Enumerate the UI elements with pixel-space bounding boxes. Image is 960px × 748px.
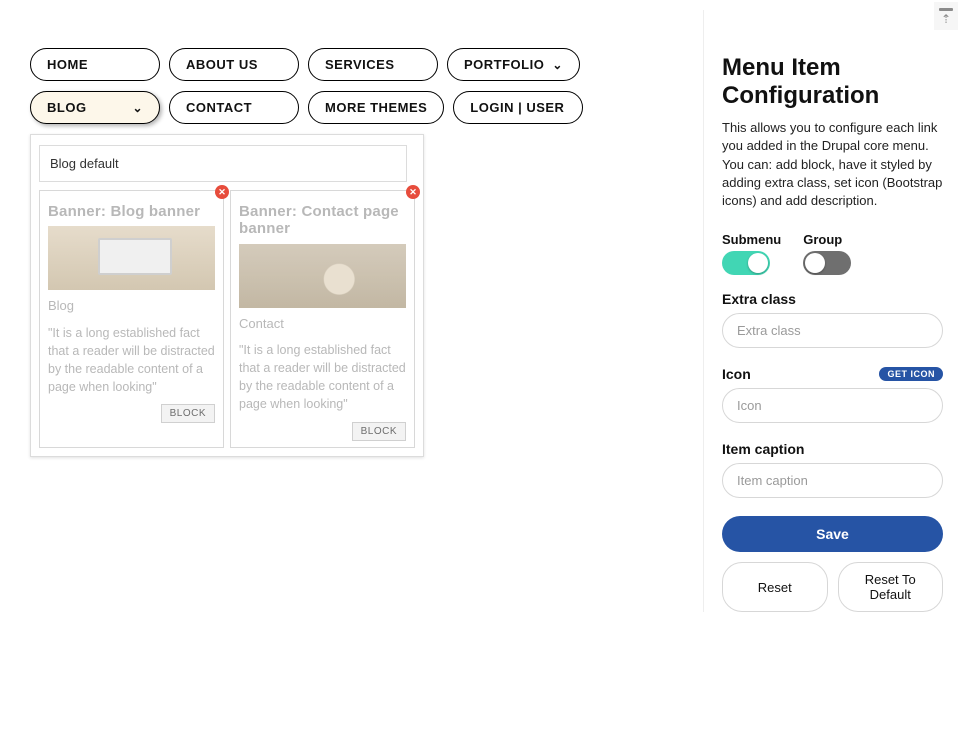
card-link: Blog — [48, 296, 215, 316]
nav-item-portfolio[interactable]: PORTFOLIO ⌄ — [447, 48, 580, 81]
nav-label: PORTFOLIO — [464, 57, 544, 72]
collapse-handle[interactable]: ⇡ — [934, 2, 958, 30]
toggle-knob — [805, 253, 825, 273]
nav-label: CONTACT — [186, 100, 252, 115]
nav-item-about[interactable]: ABOUT US — [169, 48, 299, 81]
submenu-toggle[interactable] — [722, 251, 770, 275]
toggle-knob — [748, 253, 768, 273]
nav-label: BLOG — [47, 100, 87, 115]
nav-item-login[interactable]: LOGIN | USER — [453, 91, 583, 124]
card-title: Banner: Blog banner — [48, 203, 215, 220]
config-title: Menu Item Configuration — [722, 54, 943, 109]
card-description: "It is a long established fact that a re… — [239, 341, 406, 414]
group-toggle[interactable] — [803, 251, 851, 275]
card-link: Contact — [239, 314, 406, 334]
icon-label: Icon GET ICON — [722, 366, 943, 382]
config-panel: Menu Item Configuration This allows you … — [703, 10, 948, 612]
block-button[interactable]: BLOCK — [161, 404, 215, 423]
caption-label: Item caption — [722, 441, 943, 457]
block-card[interactable]: ✕ Banner: Blog banner Blog "It is a long… — [39, 190, 224, 448]
nav-item-contact[interactable]: CONTACT — [169, 91, 299, 124]
close-icon[interactable]: ✕ — [215, 185, 229, 199]
card-thumbnail — [239, 244, 406, 308]
block-card[interactable]: ✕ Banner: Contact page banner Contact "I… — [230, 190, 415, 448]
caption-input[interactable] — [722, 463, 943, 498]
nav-label: HOME — [47, 57, 88, 72]
card-title: Banner: Contact page banner — [239, 203, 406, 238]
icon-input[interactable] — [722, 388, 943, 423]
submenu-panel: ✕ Banner: Blog banner Blog "It is a long… — [30, 134, 424, 457]
nav-label: ABOUT US — [186, 57, 258, 72]
card-thumbnail — [48, 226, 215, 290]
nav-item-home[interactable]: HOME — [30, 48, 160, 81]
extra-class-input[interactable] — [722, 313, 943, 348]
minus-icon — [939, 8, 953, 11]
nav-label: LOGIN | USER — [470, 100, 564, 115]
nav-item-more-themes[interactable]: MORE THEMES — [308, 91, 444, 124]
chevron-down-icon: ⌄ — [132, 101, 143, 115]
reset-default-button[interactable]: Reset To Default — [838, 562, 944, 612]
toggle-label-group: Group — [803, 232, 851, 247]
submenu-search-input[interactable] — [39, 145, 407, 182]
toggle-label-submenu: Submenu — [722, 232, 781, 247]
get-icon-button[interactable]: GET ICON — [879, 367, 943, 381]
close-icon[interactable]: ✕ — [406, 185, 420, 199]
card-description: "It is a long established fact that a re… — [48, 324, 215, 397]
extra-class-label: Extra class — [722, 291, 943, 307]
save-button[interactable]: Save — [722, 516, 943, 552]
reset-button[interactable]: Reset — [722, 562, 828, 612]
nav-item-blog[interactable]: BLOG ⌄ — [30, 91, 160, 124]
config-description: This allows you to configure each link y… — [722, 119, 943, 210]
nav-item-services[interactable]: SERVICES — [308, 48, 438, 81]
menu-layout-area: HOME ABOUT US SERVICES PORTFOLIO ⌄ BLOG … — [10, 10, 683, 612]
arrow-up-icon: ⇡ — [941, 13, 951, 25]
nav-label: MORE THEMES — [325, 100, 427, 115]
block-button[interactable]: BLOCK — [352, 422, 406, 441]
nav-label: SERVICES — [325, 57, 395, 72]
chevron-down-icon: ⌄ — [552, 58, 563, 72]
